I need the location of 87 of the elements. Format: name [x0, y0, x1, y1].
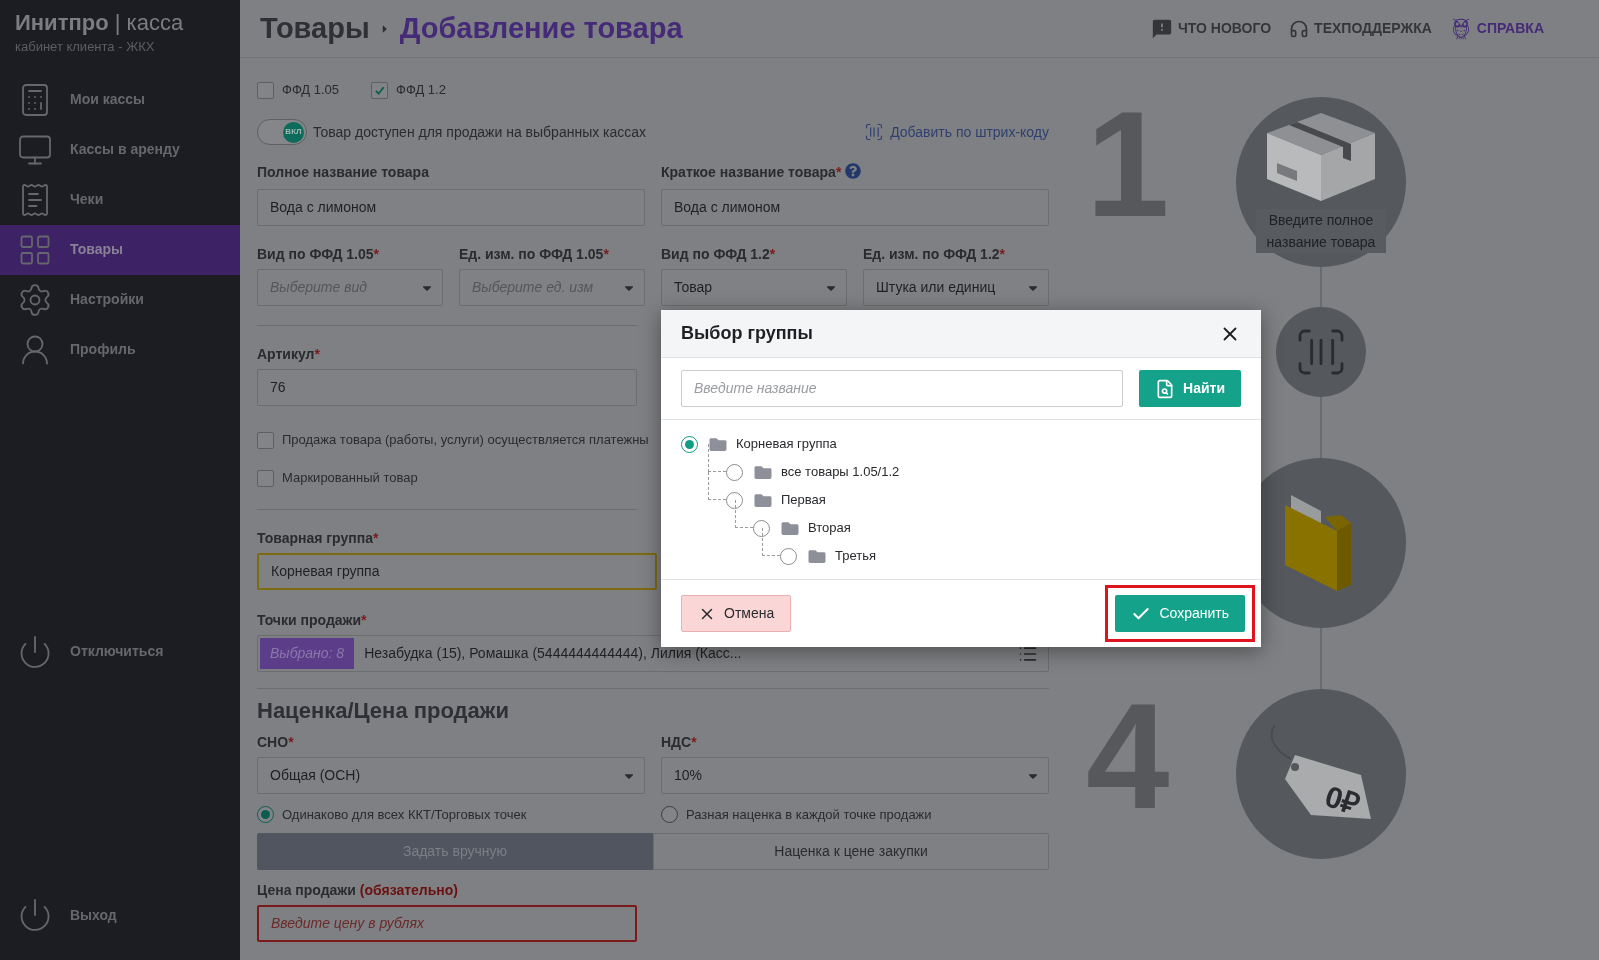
app-logo: Инитпро | касса	[15, 10, 185, 36]
select-field[interactable]: Товар	[661, 269, 847, 306]
radio-button[interactable]	[753, 519, 770, 537]
price-input[interactable]: Введите цену в рублях	[257, 905, 637, 942]
tree-line	[708, 444, 726, 472]
sidebar-item[interactable]: Мои кассы	[0, 74, 240, 125]
tree-line	[735, 500, 753, 528]
radio-button[interactable]	[726, 463, 743, 481]
select-field[interactable]: 10%	[661, 757, 1049, 794]
checkbox-label: Маркированный товар	[282, 469, 418, 488]
barcode-search-icon	[864, 122, 885, 142]
input-field[interactable]: Корневая группа	[257, 553, 657, 590]
folder-icon	[753, 491, 773, 509]
toggle-label: Товар доступен для продажи на выбранных кассах	[313, 122, 647, 142]
select-field[interactable]: Общая (ОСН)	[257, 757, 645, 794]
checkbox[interactable]	[257, 431, 274, 449]
headset-icon	[1289, 18, 1310, 39]
radio-label: Одинаково для всех ККТ/Торговых точек	[282, 806, 527, 824]
input-field[interactable]: Вода с лимоном	[257, 189, 645, 226]
field-label: Ед. изм. по ФФД 1.2*	[863, 245, 1006, 263]
field-label: Полное название товара	[257, 163, 429, 181]
field-label: Точки продажи*	[257, 611, 367, 629]
field-label: Краткое название товара*	[661, 163, 842, 181]
radio-button[interactable]	[257, 806, 274, 824]
checkbox[interactable]	[371, 81, 389, 99]
folder-icon	[708, 435, 728, 453]
dialog-title: Выбор группы	[681, 322, 813, 345]
tree-item[interactable]: Первая	[781, 490, 826, 510]
tree-item[interactable]: Корневая группа	[736, 434, 837, 454]
checkbox-label: Продажа товара (работы, услуги) осуществляется платежны	[282, 431, 649, 450]
points-value: Незабудка (15), Ромашка (5444444444444), Лилия (Касс...	[364, 644, 743, 663]
folder-icon	[780, 519, 800, 537]
tree-line	[762, 528, 780, 556]
tree-line	[708, 472, 726, 500]
field-label: Вид по ФФД 1.05*	[257, 245, 379, 263]
check-icon	[374, 84, 386, 96]
checkbox[interactable]	[257, 81, 274, 99]
input-field[interactable]: Вода с лимоном	[661, 189, 1049, 226]
field-label: Ед. изм. по ФФД 1.05*	[459, 245, 609, 263]
toggle-knob: ВКЛ	[283, 121, 304, 143]
tree-item[interactable]: Вторая	[808, 518, 851, 538]
toggle-switch[interactable]: ВКЛ	[257, 119, 307, 145]
help-icon[interactable]	[845, 162, 862, 179]
field-label: СНО*	[257, 733, 294, 751]
disconnect-item[interactable]: Отключиться	[0, 626, 240, 677]
search-field[interactable]: Введите название	[681, 370, 1123, 407]
search-button[interactable]: Найти	[1139, 370, 1241, 407]
field-label: Цена продажи (обязательно)	[257, 881, 459, 899]
radio-button[interactable]	[780, 547, 797, 565]
header-link[interactable]: ЧТО НОВОГО	[1150, 17, 1272, 40]
radio-button[interactable]	[726, 491, 743, 509]
field-label: Вид по ФФД 1.2*	[661, 245, 776, 263]
folder-icon	[753, 463, 773, 481]
section-heading: Наценка/Цена продажи	[257, 697, 510, 725]
input-field[interactable]: 76	[257, 369, 637, 406]
checkbox[interactable]	[257, 469, 274, 487]
price-tag-drawing: 0₽	[1261, 719, 1381, 829]
folder-icon	[807, 547, 827, 565]
sidebar-item[interactable]: Настройки	[0, 274, 240, 325]
chat-alert-icon	[1150, 17, 1173, 40]
app-subtitle: кабинет клиента - ЖКХ	[15, 38, 156, 56]
cancel-button[interactable]: Отмена	[681, 595, 792, 632]
sidebar-item[interactable]: Товары	[0, 224, 240, 275]
breadcrumb-link[interactable]: Товары	[260, 6, 370, 51]
selected-count-badge: Выбрано: 8	[260, 638, 355, 669]
tree-item[interactable]: Третья	[835, 546, 876, 566]
field-label: Товарная группа*	[257, 529, 379, 547]
radio-button[interactable]	[681, 435, 698, 453]
save-button[interactable]: Сохранить	[1115, 595, 1245, 632]
sidebar-item[interactable]: Кассы в аренду	[0, 124, 240, 175]
field-label: Артикул*	[257, 345, 320, 363]
checkbox-label: ФФД 1.05	[282, 81, 340, 100]
page-title: Добавление товара	[399, 10, 683, 46]
sidebar-item[interactable]: Чеки	[0, 174, 240, 225]
barcode-link[interactable]: Добавить по штрих-коду	[864, 121, 1049, 143]
checkbox-label: ФФД 1.2	[396, 81, 446, 100]
field-label: НДС*	[661, 733, 697, 751]
radio-button[interactable]	[661, 806, 678, 824]
pricing-tab[interactable]: Наценка к цене закупки	[653, 833, 1049, 870]
sidebar-item[interactable]: Профиль	[0, 324, 240, 375]
radio-label: Разная наценка в каждой точке продажи	[686, 806, 932, 824]
select-field[interactable]: Штука или единиц	[863, 269, 1049, 306]
tree-item[interactable]: все товары 1.05/1.2	[781, 462, 900, 482]
search-icon	[1155, 378, 1175, 399]
header-link[interactable]: ТЕХПОДДЕРЖКА	[1289, 18, 1432, 39]
header-link[interactable]: СПРАВКА	[1449, 17, 1544, 40]
logout-item[interactable]: Выход	[0, 890, 240, 940]
